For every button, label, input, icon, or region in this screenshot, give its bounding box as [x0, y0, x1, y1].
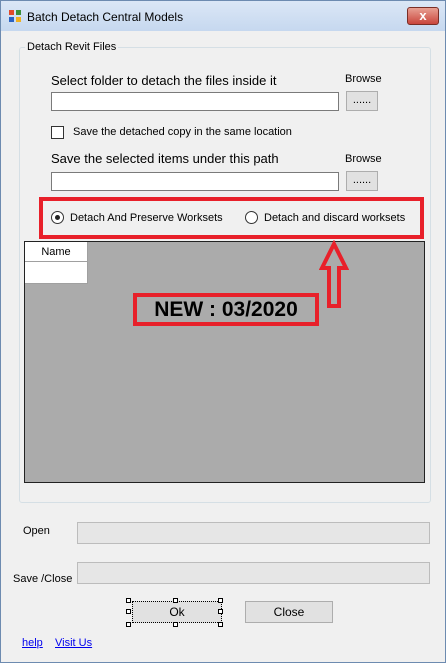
- save-path-input[interactable]: [51, 172, 339, 191]
- visit-us-link[interactable]: Visit Us: [55, 637, 92, 649]
- save-path-label: Save the selected items under this path: [51, 151, 279, 166]
- folder-path-input[interactable]: [51, 92, 339, 111]
- open-progress-bar: [77, 522, 430, 544]
- grid-row[interactable]: [25, 262, 88, 284]
- title-bar[interactable]: Batch Detach Central Models x: [1, 1, 445, 31]
- discard-worksets-radio[interactable]: [245, 211, 258, 224]
- new-date-annotation: NEW : 03/2020: [133, 293, 319, 326]
- preserve-worksets-radio[interactable]: [51, 211, 64, 224]
- group-legend: Detach Revit Files: [25, 41, 119, 53]
- same-location-checkbox[interactable]: [51, 126, 64, 139]
- form-body: Detach Revit Files Select folder to deta…: [9, 31, 439, 655]
- resize-handle: [218, 609, 223, 614]
- help-link[interactable]: help: [22, 637, 43, 649]
- window-close-button[interactable]: x: [407, 7, 439, 25]
- folder-browse-label: Browse: [345, 73, 382, 85]
- open-label: Open: [23, 525, 50, 537]
- resize-handle: [126, 609, 131, 614]
- ok-button[interactable]: Ok: [132, 601, 222, 623]
- preserve-worksets-label: Detach And Preserve Worksets: [70, 212, 223, 224]
- app-icon: [9, 10, 21, 22]
- resize-handle: [126, 622, 131, 627]
- files-grid[interactable]: Name: [24, 241, 425, 483]
- discard-worksets-label: Detach and discard worksets: [264, 212, 406, 224]
- same-location-label: Save the detached copy in the same locat…: [73, 126, 292, 138]
- folder-browse-button[interactable]: ......: [346, 91, 378, 111]
- window-title: Batch Detach Central Models: [27, 10, 184, 24]
- main-window: Batch Detach Central Models x Detach Rev…: [0, 0, 446, 663]
- resize-handle: [218, 598, 223, 603]
- resize-handle: [173, 622, 178, 627]
- resize-handle: [126, 598, 131, 603]
- save-browse-button[interactable]: ......: [346, 171, 378, 191]
- save-close-label: Save /Close: [13, 573, 73, 585]
- folder-label: Select folder to detach the files inside…: [51, 73, 277, 88]
- resize-handle: [173, 598, 178, 603]
- grid-column-name[interactable]: Name: [25, 242, 88, 262]
- up-arrow-icon: [319, 240, 349, 308]
- resize-handle: [218, 622, 223, 627]
- radio-selected-dot: [55, 215, 60, 220]
- save-browse-label: Browse: [345, 153, 382, 165]
- save-close-progress-bar: [77, 562, 430, 584]
- close-button[interactable]: Close: [245, 601, 333, 623]
